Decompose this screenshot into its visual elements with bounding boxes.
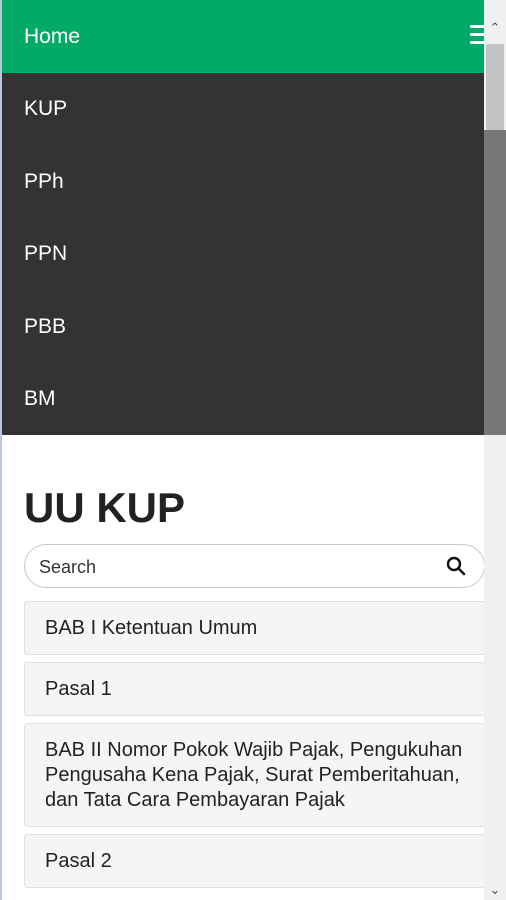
list-item[interactable]: BAB II Nomor Pokok Wajib Pajak, Pengukuh… xyxy=(24,723,485,827)
home-link[interactable]: Home xyxy=(24,24,80,50)
nav-item-bm[interactable]: BM xyxy=(2,363,484,435)
page-title: UU KUP xyxy=(24,484,186,531)
chapter-list: BAB I Ketentuan Umum Pasal 1 BAB II Nomo… xyxy=(24,601,485,895)
search-box xyxy=(24,544,485,588)
scroll-up-arrow-icon[interactable]: ⌃ xyxy=(484,18,506,38)
nav-item-ppn[interactable]: PPN xyxy=(2,218,484,290)
scroll-down-arrow-icon[interactable]: ⌄ xyxy=(484,880,506,900)
search-icon[interactable] xyxy=(446,556,466,576)
search-input[interactable] xyxy=(39,555,419,579)
list-item[interactable]: Pasal 2 xyxy=(24,834,485,888)
list-item[interactable]: Pasal 1 xyxy=(24,662,485,716)
list-item[interactable]: BAB I Ketentuan Umum xyxy=(24,601,485,655)
scrollbar-thumb[interactable] xyxy=(486,44,504,130)
top-bar: Home xyxy=(2,0,492,73)
main-content: UU KUP BAB I Ketentuan Umum Pasal 1 BAB … xyxy=(2,435,485,900)
scrollbar-track xyxy=(484,130,506,435)
nav-menu: KUP PPh PPN PBB BM xyxy=(2,73,484,435)
nav-item-pbb[interactable]: PBB xyxy=(2,291,484,363)
nav-item-pph[interactable]: PPh xyxy=(2,146,484,218)
vertical-scrollbar[interactable]: ⌃ ⌄ xyxy=(484,0,506,900)
nav-item-kup[interactable]: KUP xyxy=(2,73,484,145)
